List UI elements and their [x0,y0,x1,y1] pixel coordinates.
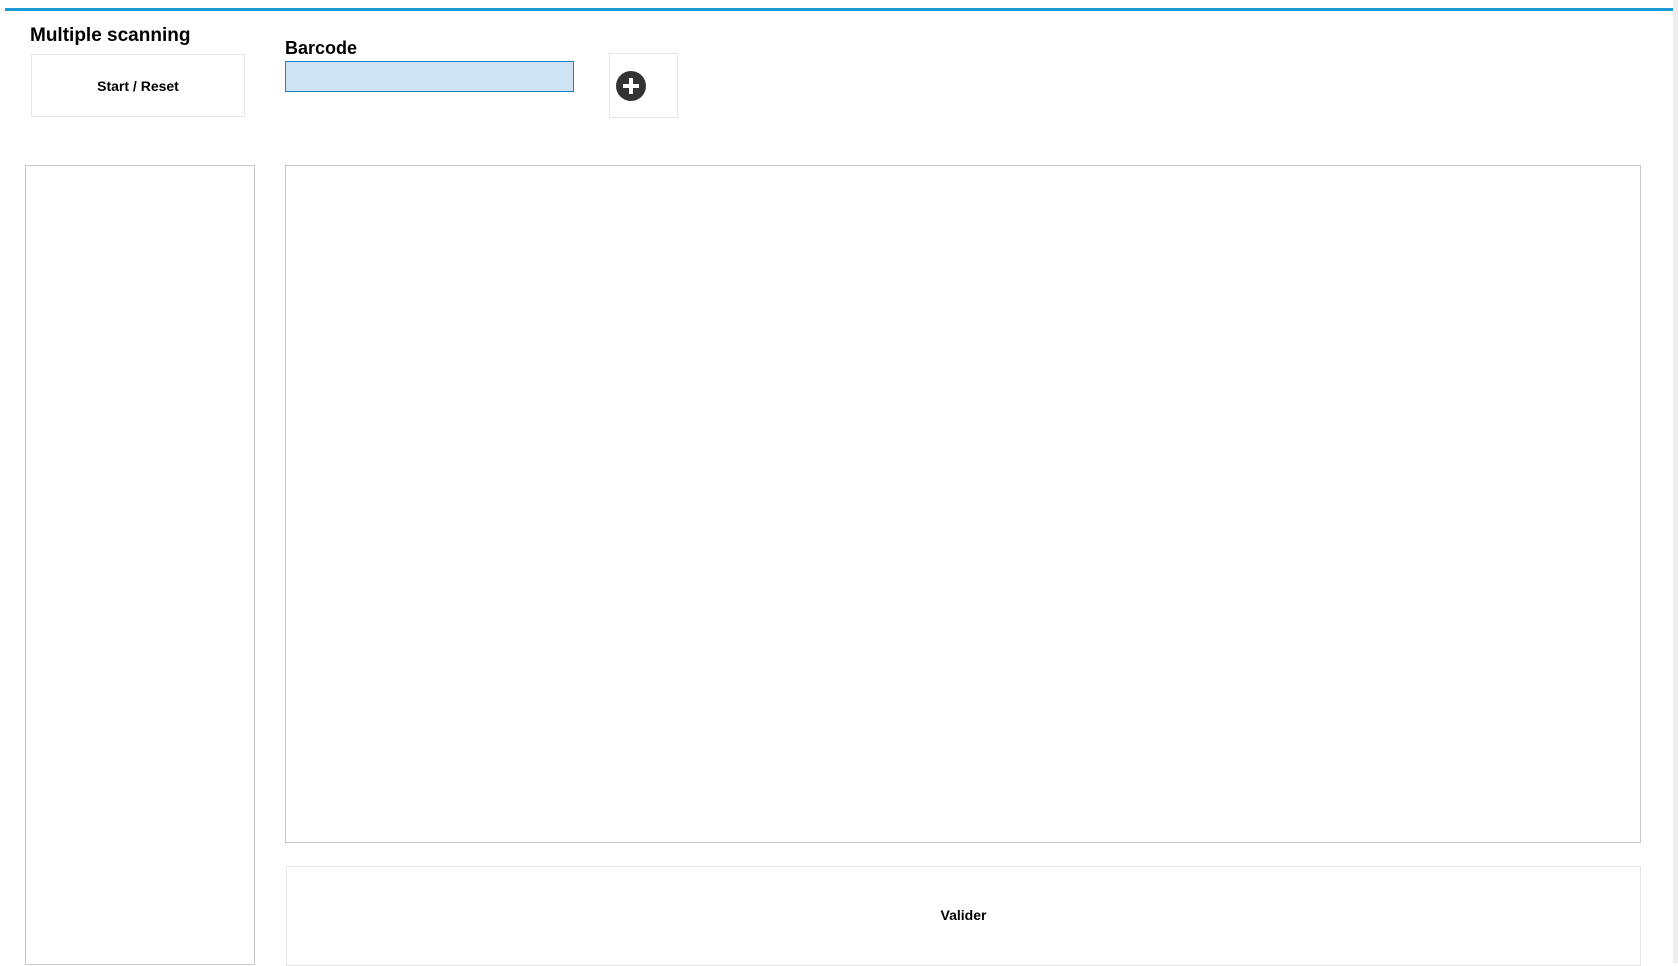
plus-circle-icon [616,71,646,101]
add-button[interactable] [609,53,678,118]
window-edge [1673,0,1678,963]
start-reset-label: Start / Reset [97,77,179,94]
validate-button[interactable]: Valider [286,866,1641,966]
barcode-label: Barcode [285,38,358,58]
scanned-list-panel[interactable] [25,165,255,965]
main-content-panel [285,165,1641,843]
start-reset-button[interactable]: Start / Reset [31,54,245,117]
barcode-input[interactable] [285,61,574,92]
top-accent-bar [5,8,1673,11]
page-title: Multiple scanning [30,25,191,46]
validate-label: Valider [940,907,987,923]
